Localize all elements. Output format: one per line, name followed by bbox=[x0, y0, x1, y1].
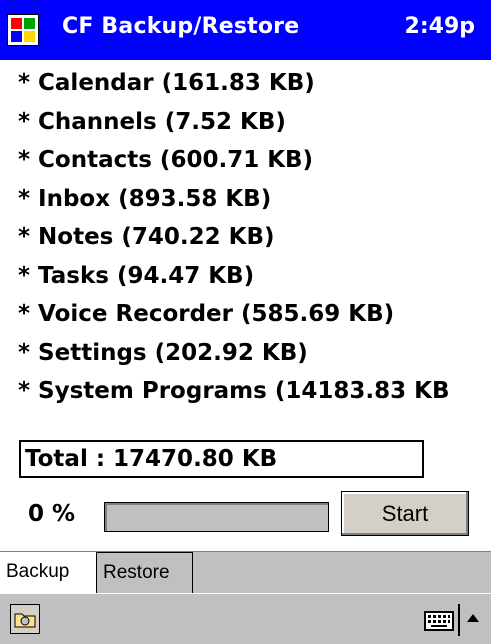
list-item-contacts[interactable]: * Contacts (600.71 KB) bbox=[0, 141, 491, 180]
clock[interactable]: 2:49p bbox=[405, 14, 475, 39]
start-button[interactable]: Start bbox=[341, 491, 469, 536]
progress-percent: 0 % bbox=[28, 501, 76, 527]
windows-flag-icon[interactable] bbox=[7, 14, 39, 46]
menu-separator bbox=[458, 604, 460, 636]
title-bar: CF Backup/Restore 2:49p bbox=[0, 0, 491, 60]
menu-bar bbox=[0, 593, 491, 644]
tab-backup[interactable]: Backup bbox=[0, 552, 97, 593]
up-arrow-icon[interactable] bbox=[467, 614, 479, 622]
list-item-tasks[interactable]: * Tasks (94.47 KB) bbox=[0, 257, 491, 296]
progress-bar bbox=[104, 502, 329, 532]
app-title: CF Backup/Restore bbox=[62, 14, 300, 39]
list-item-notes[interactable]: * Notes (740.22 KB) bbox=[0, 218, 491, 257]
tab-bar: Backup Restore bbox=[0, 551, 491, 594]
list-item-channels[interactable]: * Channels (7.52 KB) bbox=[0, 103, 491, 142]
list-item-voice-recorder[interactable]: * Voice Recorder (585.69 KB) bbox=[0, 295, 491, 334]
folder-icon[interactable] bbox=[10, 604, 40, 634]
list-item-calendar[interactable]: * Calendar (161.83 KB) bbox=[0, 64, 491, 103]
total-size-box: Total : 17470.80 KB bbox=[19, 440, 424, 478]
list-item-system-programs[interactable]: * System Programs (14183.83 KB bbox=[0, 372, 491, 411]
tab-restore[interactable]: Restore bbox=[97, 552, 193, 593]
list-item-inbox[interactable]: * Inbox (893.58 KB) bbox=[0, 180, 491, 219]
keyboard-icon[interactable] bbox=[424, 610, 454, 632]
list-item-settings[interactable]: * Settings (202.92 KB) bbox=[0, 334, 491, 373]
backup-item-list: * Calendar (161.83 KB) * Channels (7.52 … bbox=[0, 64, 491, 411]
